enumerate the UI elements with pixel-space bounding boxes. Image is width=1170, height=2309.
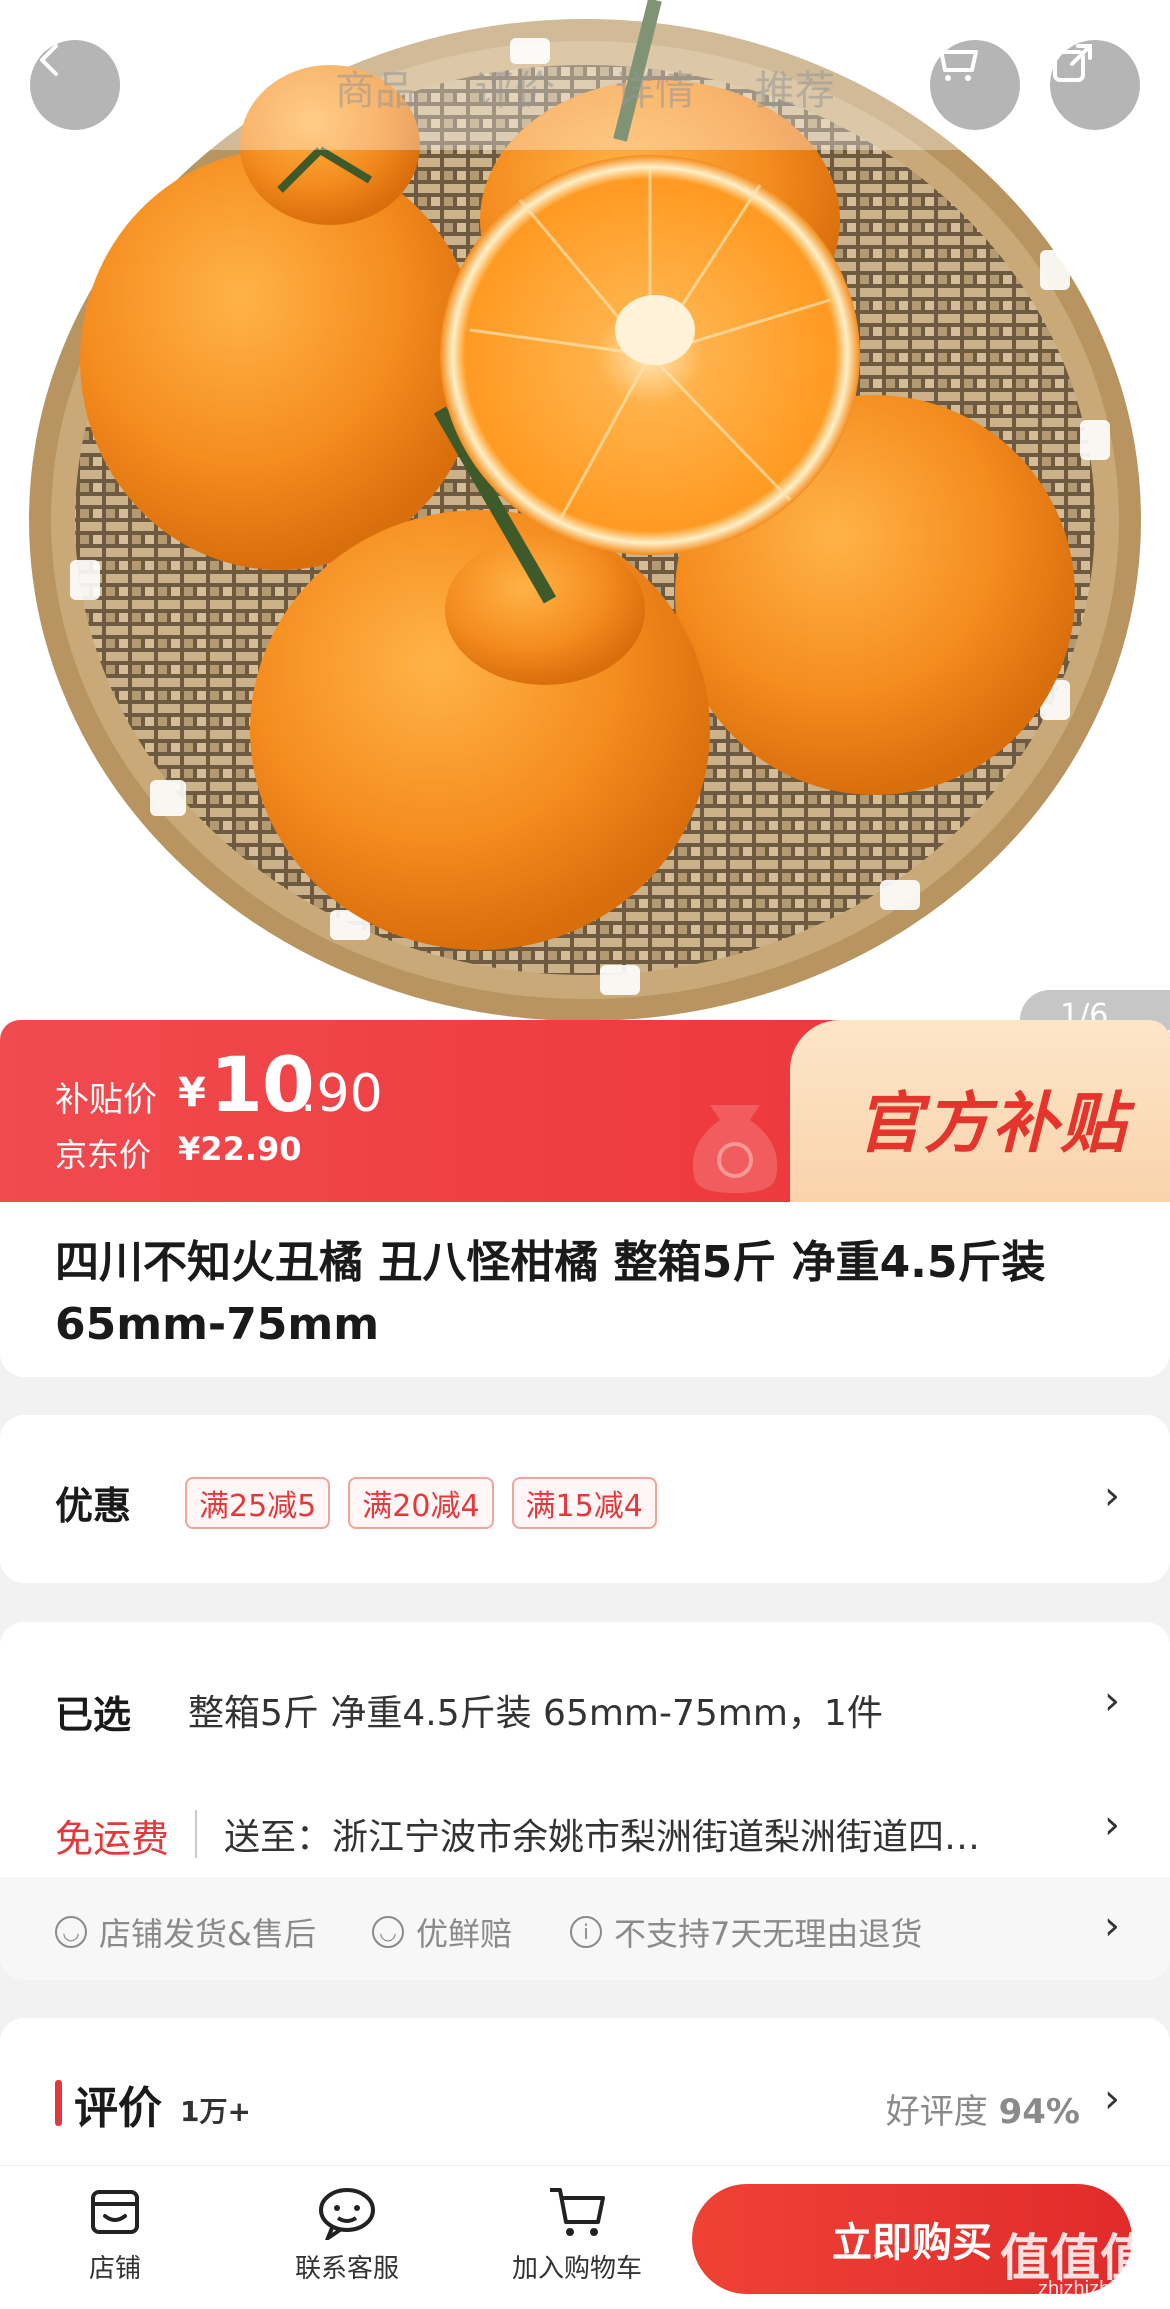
shop-label: 店铺 — [88, 2254, 141, 2284]
coupon-tag: 满15减4 — [511, 1477, 657, 1529]
shop-icon — [91, 2190, 139, 2234]
product-title: 四川不知火丑橘 丑八怪柑橘 整箱5斤 净重4.5斤装 65mm-75mm — [55, 1237, 1046, 1350]
shop-button[interactable]: 店铺 — [30, 2184, 200, 2285]
delivery-address: 送至：浙江宁波市余姚市梨洲街道梨洲街道四… — [224, 1817, 981, 1858]
share-button[interactable] — [1050, 40, 1140, 130]
selected-label: 已选 — [55, 1693, 132, 1737]
smile-icon: ◡ — [372, 1916, 404, 1948]
positive-rating-value: 94% — [998, 2092, 1080, 2132]
chevron-right-icon: › — [1104, 1473, 1120, 1519]
tab-reviews[interactable]: 评价 — [475, 58, 555, 116]
chevron-right-icon: › — [1104, 1903, 1120, 1949]
reviews-header[interactable]: 评价 1万+ 好评度 94% › — [0, 2018, 1170, 2188]
tab-recommend[interactable]: 推荐 — [755, 58, 835, 116]
bottom-action-bar: 店铺 联系客服 加入购物车 立即购买 — [0, 2165, 1170, 2309]
promo-row[interactable]: 优惠 满25减5 满20减4 满15减4 › — [0, 1415, 1170, 1583]
coupon-tag: 满20减4 — [348, 1477, 494, 1529]
service-label: 店铺发货&售后 — [99, 1915, 316, 1953]
service-item: ◡ 优鲜赔 — [372, 1909, 512, 1955]
product-photo — [0, 0, 1170, 1021]
customer-service-button[interactable]: 联系客服 — [262, 2184, 432, 2285]
subsidy-badge: 官方补贴 — [790, 1020, 1170, 1202]
subsidy-price-decimal: .90 — [300, 1064, 383, 1124]
cart-icon — [933, 43, 978, 81]
cart-button[interactable] — [930, 40, 1020, 130]
section-accent-bar — [55, 2080, 62, 2126]
service-label: 优鲜赔 — [416, 1915, 513, 1953]
free-shipping-label: 免运费 — [55, 1817, 170, 1861]
chevron-right-icon: › — [1104, 1802, 1120, 1848]
chat-icon — [319, 2188, 375, 2240]
positive-rating-label: 好评度 — [885, 2092, 988, 2132]
jd-price: ¥22.90 — [178, 1130, 302, 1168]
coupon-list: 满25减5 满20减4 满15减4 — [185, 1477, 657, 1529]
subsidy-badge-text: 官方补贴 — [856, 1085, 1128, 1162]
watermark-url: zhizhizhi.com — [1037, 2278, 1158, 2300]
divider — [195, 1810, 197, 1858]
positive-rating: 好评度 94% — [886, 2084, 1080, 2133]
info-icon: i — [570, 1916, 602, 1948]
selection-card: 已选 整箱5斤 净重4.5斤装 65mm-75mm，1件 › 免运费 送至：浙江… — [0, 1622, 1170, 1980]
reviews-count: 1万+ — [180, 2095, 251, 2128]
cart-icon — [550, 2188, 605, 2236]
currency-symbol: ¥ — [178, 1070, 206, 1116]
subsidy-price-label: 补贴价 — [55, 1080, 157, 1120]
smile-icon: ◡ — [55, 1916, 87, 1948]
service-item: ◡ 店铺发货&售后 — [55, 1909, 316, 1955]
reviews-title: 评价 — [74, 2083, 162, 2134]
service-item: i 不支持7天无理由退货 — [570, 1909, 922, 1955]
money-bag-icon — [692, 1105, 778, 1193]
price-banner: 补贴价 ¥ 10 .90 京东价 ¥22.90 官方补贴 — [0, 1020, 1170, 1202]
product-title-card: 四川不知火丑橘 丑八怪柑橘 整箱5斤 净重4.5斤装 65mm-75mm — [0, 1202, 1170, 1377]
service-guarantees[interactable]: ◡ 店铺发货&售后 ◡ 优鲜赔 i 不支持7天无理由退货 › — [0, 1877, 1170, 1980]
tab-product[interactable]: 商品 — [335, 58, 415, 116]
promo-label: 优惠 — [55, 1484, 132, 1528]
chevron-right-icon: › — [1104, 2076, 1120, 2122]
add-to-cart-button[interactable]: 加入购物车 — [492, 2184, 662, 2285]
jd-price-label: 京东价 — [55, 1136, 152, 1174]
service-label: 不支持7天无理由退货 — [614, 1915, 923, 1953]
product-image-gallery[interactable]: 商品 评价 详情 推荐 1/6 — [0, 0, 1170, 1030]
back-button[interactable] — [30, 40, 120, 130]
selected-spec-value: 整箱5斤 净重4.5斤装 65mm-75mm，1件 — [188, 1693, 883, 1734]
subsidy-price-integer: 10 — [210, 1040, 315, 1129]
customer-service-label: 联系客服 — [294, 2254, 399, 2284]
add-to-cart-label: 加入购物车 — [511, 2254, 642, 2284]
share-icon — [1053, 44, 1092, 82]
chevron-right-icon: › — [1104, 1678, 1120, 1724]
chevron-left-icon — [40, 44, 58, 76]
coupon-tag: 满25减5 — [185, 1477, 331, 1529]
tab-details[interactable]: 详情 — [615, 58, 695, 116]
